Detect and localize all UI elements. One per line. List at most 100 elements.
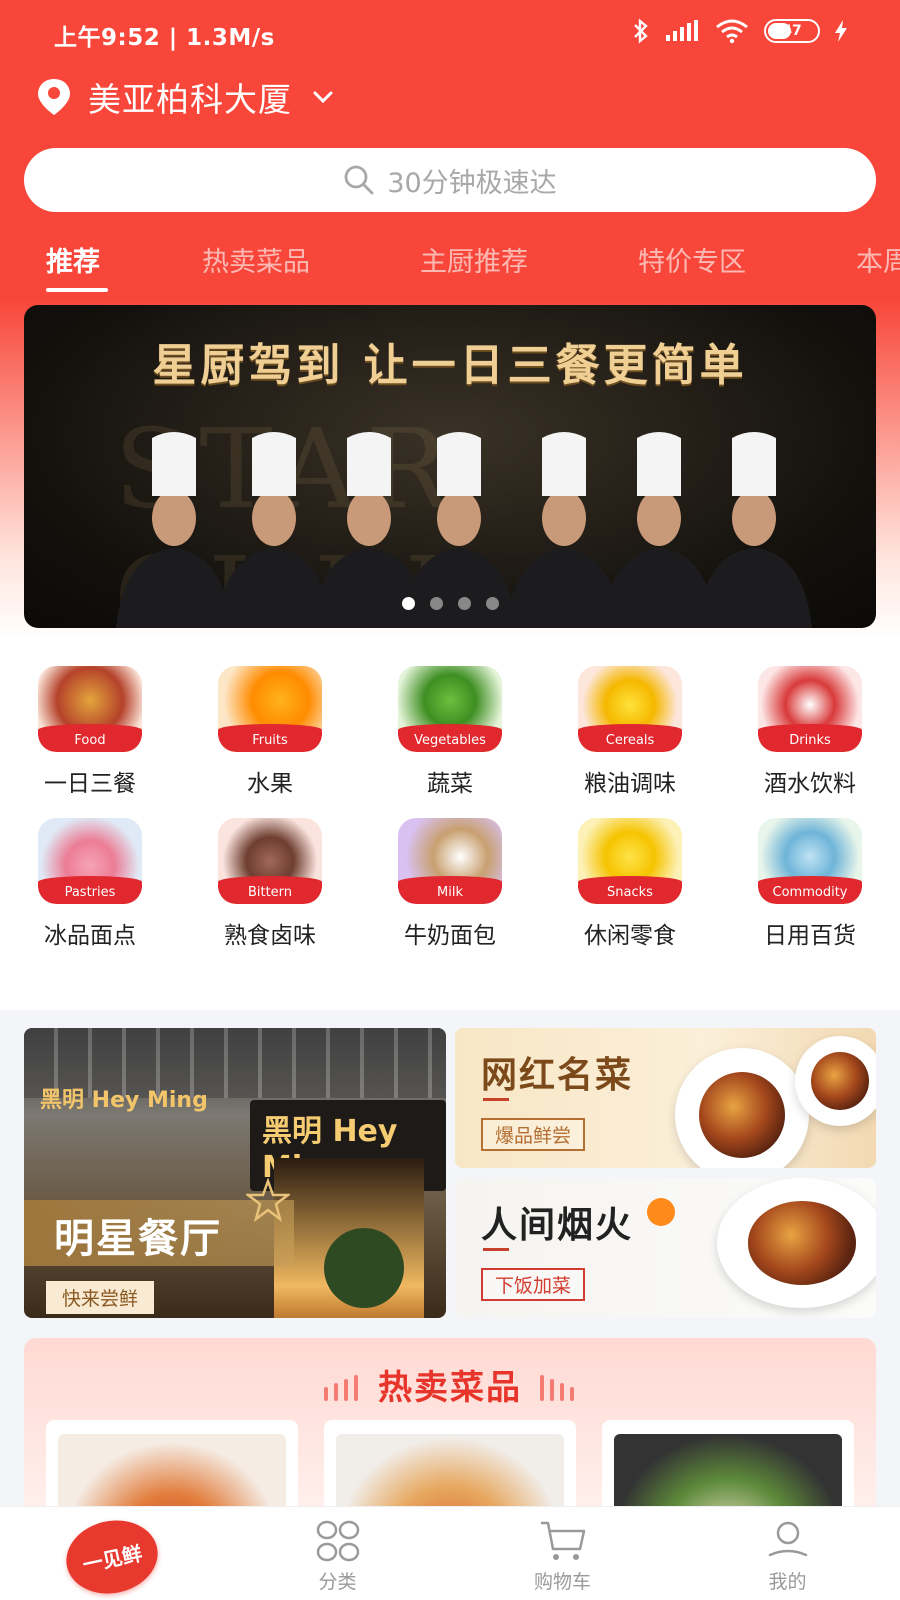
category-commodity[interactable]: Commodity 日用百货 (730, 818, 890, 950)
milk-icon: Milk (398, 818, 502, 904)
tree-decoration (324, 1228, 404, 1308)
category-label: 一日三餐 (44, 771, 136, 797)
category-tag: Drinks (789, 733, 831, 748)
bluetooth-icon (634, 18, 648, 44)
snacks-icon: Snacks (578, 818, 682, 904)
hot-section-header: 热卖菜品 (24, 1360, 876, 1409)
status-time: 上午9:52 | 1.3M/s (54, 25, 275, 51)
commodity-icon: Commodity (758, 818, 862, 904)
category-label: 休闲零食 (584, 923, 676, 949)
chevron-down-icon (313, 91, 333, 104)
star-icon (246, 1178, 290, 1222)
promo-home-cooking[interactable]: 人间烟火 下饭加菜 (455, 1178, 876, 1318)
restaurant-sign-small: 黑明 Hey Ming (40, 1088, 208, 1113)
banner-dot-1[interactable] (401, 597, 415, 610)
category-tag: Commodity (772, 885, 848, 900)
charging-icon (835, 20, 847, 42)
category-label: 酒水饮料 (764, 771, 856, 797)
tab-active-indicator (46, 288, 108, 292)
tab-label: 我的 (768, 1571, 807, 1593)
fruits-icon: Fruits (218, 666, 322, 752)
meals-icon: Food (38, 666, 142, 752)
tab-label: 购物车 (533, 1571, 591, 1593)
category-label: 牛奶面包 (404, 923, 496, 949)
promo-title: 网红名菜 (481, 1054, 634, 1096)
tab-special-offers[interactable]: 特价专区 (638, 240, 746, 279)
promo-divider (483, 1098, 509, 1101)
location-selector[interactable]: 美亚柏科大厦 (36, 74, 334, 120)
tab-label: 分类 (318, 1571, 357, 1593)
hero-banner[interactable]: STAR CHEF 星厨驾到 让一日三餐更简单 (24, 305, 876, 628)
tab-hot-dishes[interactable]: 热卖菜品 (202, 240, 310, 279)
status-icons: 47 (632, 18, 848, 44)
tab-this-week[interactable]: 本周 (856, 240, 900, 279)
category-tag: Bittern (247, 885, 293, 900)
category-tag: Snacks (607, 885, 653, 900)
promo-title: 人间烟火 (481, 1204, 634, 1246)
category-tag: Fruits (252, 733, 288, 748)
pastries-icon: Pastries (38, 818, 142, 904)
chefs-illustration (116, 432, 812, 628)
category-tag: Vegetables (414, 733, 486, 748)
category-bittern[interactable]: Bittern 熟食卤味 (190, 818, 350, 950)
battery-level: 47 (782, 23, 802, 39)
category-pastries[interactable]: Pastries 冰品面点 (10, 818, 170, 950)
banner-dot-3[interactable] (457, 597, 471, 610)
promo-star-restaurant[interactable]: 黑明 Hey Ming 黑明 Hey Ming 明星餐厅 快来尝鲜 (24, 1028, 446, 1318)
orange-decoration-icon (647, 1198, 675, 1226)
signal-icon (666, 20, 698, 41)
promo-tag: 快来尝鲜 (46, 1281, 155, 1314)
category-label: 日用百货 (764, 923, 856, 949)
category-tag: Cereals (605, 733, 655, 748)
banner-dot-2[interactable] (429, 597, 443, 610)
category-label: 熟食卤味 (224, 923, 316, 949)
search-icon (344, 165, 374, 195)
promo-divider (483, 1248, 509, 1251)
dish-plate-image (675, 1048, 809, 1168)
tab-recommend[interactable]: 推荐 (46, 240, 100, 279)
dish-plate-image (717, 1178, 876, 1308)
banner-title: 星厨驾到 让一日三餐更简单 (152, 340, 748, 391)
dish-plate-image (795, 1036, 876, 1126)
category-label: 蔬菜 (427, 771, 473, 797)
status-bar: 上午9:52 | 1.3M/s 47 (0, 0, 900, 64)
category-label: 冰品面点 (44, 923, 136, 949)
profile-icon (768, 1521, 807, 1557)
tab-chef-recommend[interactable]: 主厨推荐 (420, 240, 528, 279)
drinks-icon: Drinks (758, 666, 862, 752)
category-drinks[interactable]: Drinks 酒水饮料 (730, 666, 890, 798)
category-tabs: 推荐 热卖菜品 主厨推荐 特价专区 本周 (0, 236, 900, 296)
category-milk[interactable]: Milk 牛奶面包 (370, 818, 530, 950)
decor-bars-left-icon (324, 1374, 358, 1401)
category-fruits[interactable]: Fruits 水果 (190, 666, 350, 798)
battery-icon: 47 (764, 19, 820, 43)
tab-categories[interactable]: 分类 (225, 1507, 450, 1600)
hot-dishes-section: 热卖菜品 (24, 1338, 876, 1528)
categories-icon (316, 1520, 359, 1562)
category-tag: Pastries (64, 885, 116, 900)
location-pin-icon (38, 79, 70, 115)
promo-famous-dishes[interactable]: 网红名菜 爆品鲜尝 (455, 1028, 876, 1168)
banner-pagination (24, 597, 876, 610)
category-snacks[interactable]: Snacks 休闲零食 (550, 818, 710, 950)
search-bar[interactable]: 30分钟极速达 (24, 148, 876, 212)
promo-tag: 爆品鲜尝 (481, 1118, 586, 1151)
tab-cart[interactable]: 购物车 (450, 1507, 675, 1600)
tab-profile[interactable]: 我的 (675, 1507, 900, 1600)
vegetables-icon: Vegetables (398, 666, 502, 752)
banner-dot-4[interactable] (485, 597, 499, 610)
bittern-icon: Bittern (218, 818, 322, 904)
location-name: 美亚柏科大厦 (88, 80, 292, 119)
search-placeholder: 30分钟极速达 (387, 167, 557, 199)
promo-tag: 下饭加菜 (481, 1268, 586, 1301)
category-meals[interactable]: Food 一日三餐 (10, 666, 170, 798)
home-logo-button[interactable]: 一见鲜 (59, 1512, 165, 1600)
category-cereals[interactable]: Cereals 粮油调味 (550, 666, 710, 798)
decor-bars-right-icon (540, 1374, 574, 1401)
category-vegetables[interactable]: Vegetables 蔬菜 (370, 666, 530, 798)
category-tag: Milk (437, 885, 463, 900)
category-tag: Food (74, 733, 106, 748)
category-grid: Food 一日三餐 Fruits 水果 Vegetables 蔬菜 Cereal… (0, 640, 900, 1010)
category-label: 水果 (247, 771, 293, 797)
bottom-tab-bar: 一见鲜 分类 购物车 我的 (0, 1506, 900, 1600)
